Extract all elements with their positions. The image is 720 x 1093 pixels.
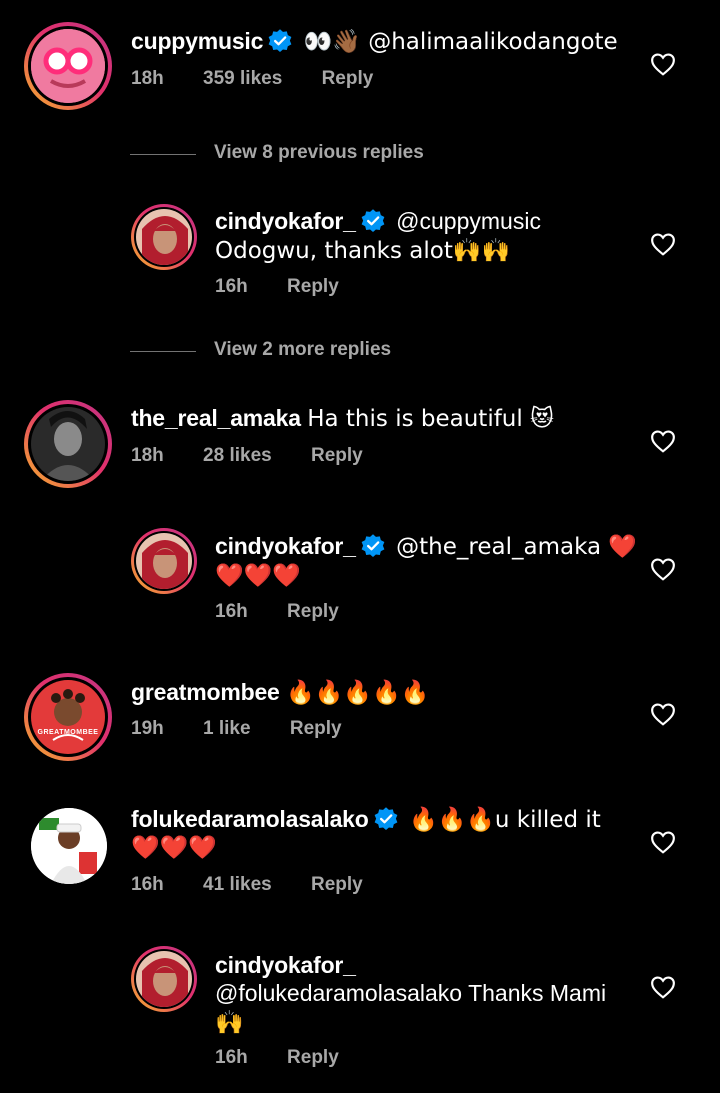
username[interactable]: cindyokafor_ xyxy=(215,533,356,559)
comment-meta: 16h Reply xyxy=(215,276,373,298)
comment-text-row: the_real_amaka Ha this is beautiful 😻 xyxy=(131,403,554,434)
username[interactable]: cindyokafor_ xyxy=(215,208,356,234)
likes-count[interactable]: 359 likes xyxy=(203,68,282,89)
avatar-image xyxy=(136,951,192,1007)
heart-outline-icon[interactable] xyxy=(650,830,676,854)
timestamp: 19h xyxy=(131,718,164,739)
comment-meta: 19h 1 like Reply xyxy=(131,718,376,740)
reply-button[interactable]: Reply xyxy=(290,718,342,739)
comment-text: ❤️❤️❤️ xyxy=(131,835,217,861)
comment-text: 🔥🔥🔥u killed it xyxy=(409,807,601,833)
heart-outline-icon[interactable] xyxy=(650,702,676,726)
mention-link[interactable]: @the_real_amaka ❤️ xyxy=(396,534,637,560)
heart-outline-icon[interactable] xyxy=(650,52,676,76)
heart-outline-icon[interactable] xyxy=(650,975,676,999)
likes-count[interactable]: 28 likes xyxy=(203,445,272,466)
avatar-caption: GREATMOMBEE xyxy=(37,729,99,736)
avatar[interactable] xyxy=(31,808,107,884)
comment-text-row: folukedaramolasalako 🔥🔥🔥u killed it xyxy=(131,804,601,835)
verified-badge-icon xyxy=(267,28,293,54)
likes-count[interactable]: 1 like xyxy=(203,718,251,739)
heart-outline-icon[interactable] xyxy=(650,429,676,453)
comment-meta: 18h 28 likes Reply xyxy=(131,445,397,467)
comment-text-row: cuppymusic 👀👋🏾 @halimaalikodangote xyxy=(131,26,618,57)
comment-text-row: cindyokafor_ @cuppymusic xyxy=(215,206,541,236)
reply-button[interactable]: Reply xyxy=(311,445,363,466)
comment-meta: 16h Reply xyxy=(215,1047,373,1069)
avatar[interactable] xyxy=(24,22,112,110)
avatar[interactable] xyxy=(24,400,112,488)
avatar-image xyxy=(31,407,105,481)
comment-text-row: greatmombee 🔥🔥🔥🔥🔥 xyxy=(131,677,429,708)
username[interactable]: greatmombee xyxy=(131,679,280,705)
comment-meta: 16h Reply xyxy=(215,601,373,623)
divider-line xyxy=(130,351,196,352)
timestamp: 16h xyxy=(131,874,164,895)
view-previous-replies-button[interactable]: View 8 previous replies xyxy=(130,142,530,166)
heart-outline-icon[interactable] xyxy=(650,232,676,256)
avatar-image xyxy=(31,680,105,754)
divider-line xyxy=(130,154,196,155)
reply-button[interactable]: Reply xyxy=(287,601,339,622)
view-more-replies-button[interactable]: View 2 more replies xyxy=(130,339,530,363)
reply-button[interactable]: Reply xyxy=(287,1047,339,1068)
avatar-image xyxy=(136,533,192,589)
comment-text-row: cindyokafor_ xyxy=(215,950,356,980)
likes-count[interactable]: 41 likes xyxy=(203,874,272,895)
timestamp: 16h xyxy=(215,601,248,622)
reply-button[interactable]: Reply xyxy=(287,276,339,297)
comment-text: 🙌 xyxy=(215,1010,244,1036)
username[interactable]: cuppymusic xyxy=(131,28,263,54)
comment-text: ❤️❤️❤️ xyxy=(215,563,301,589)
comment-meta: 16h 41 likes Reply xyxy=(131,874,397,896)
verified-badge-icon xyxy=(360,208,386,234)
username[interactable]: cindyokafor_ xyxy=(215,952,356,978)
avatar-image xyxy=(31,808,107,884)
view-replies-label[interactable]: View 2 more replies xyxy=(214,339,391,361)
timestamp: 18h xyxy=(131,68,164,89)
avatar[interactable]: GREATMOMBEE xyxy=(24,673,112,761)
avatar[interactable] xyxy=(131,204,197,270)
username[interactable]: folukedaramolasalako xyxy=(131,806,369,832)
avatar-image xyxy=(136,209,192,265)
mention-link[interactable]: @cuppymusic xyxy=(396,208,541,234)
timestamp: 16h xyxy=(215,276,248,297)
verified-badge-icon xyxy=(360,533,386,559)
username[interactable]: the_real_amaka xyxy=(131,405,301,431)
view-replies-label[interactable]: View 8 previous replies xyxy=(214,142,424,164)
comment-text-row: cindyokafor_ @the_real_amaka ❤️ xyxy=(215,531,637,562)
reply-button[interactable]: Reply xyxy=(311,874,363,895)
avatar[interactable] xyxy=(131,946,197,1012)
mention-link[interactable]: @folukedaramolasalako Thanks Mami xyxy=(215,978,606,1008)
timestamp: 16h xyxy=(215,1047,248,1068)
comment-text: Odogwu, thanks alot🙌🙌 xyxy=(215,238,511,264)
comment-text: Ha this is beautiful 😻 xyxy=(307,406,555,432)
avatar[interactable] xyxy=(131,528,197,594)
comment-text: 🔥🔥🔥🔥🔥 xyxy=(286,680,430,706)
reply-button[interactable]: Reply xyxy=(322,68,374,89)
timestamp: 18h xyxy=(131,445,164,466)
verified-badge-icon xyxy=(373,806,399,832)
comment-text: 👀👋🏾 @halimaalikodangote xyxy=(303,29,618,55)
avatar-image xyxy=(31,29,105,103)
comment-meta: 18h 359 likes Reply xyxy=(131,68,407,90)
heart-outline-icon[interactable] xyxy=(650,557,676,581)
